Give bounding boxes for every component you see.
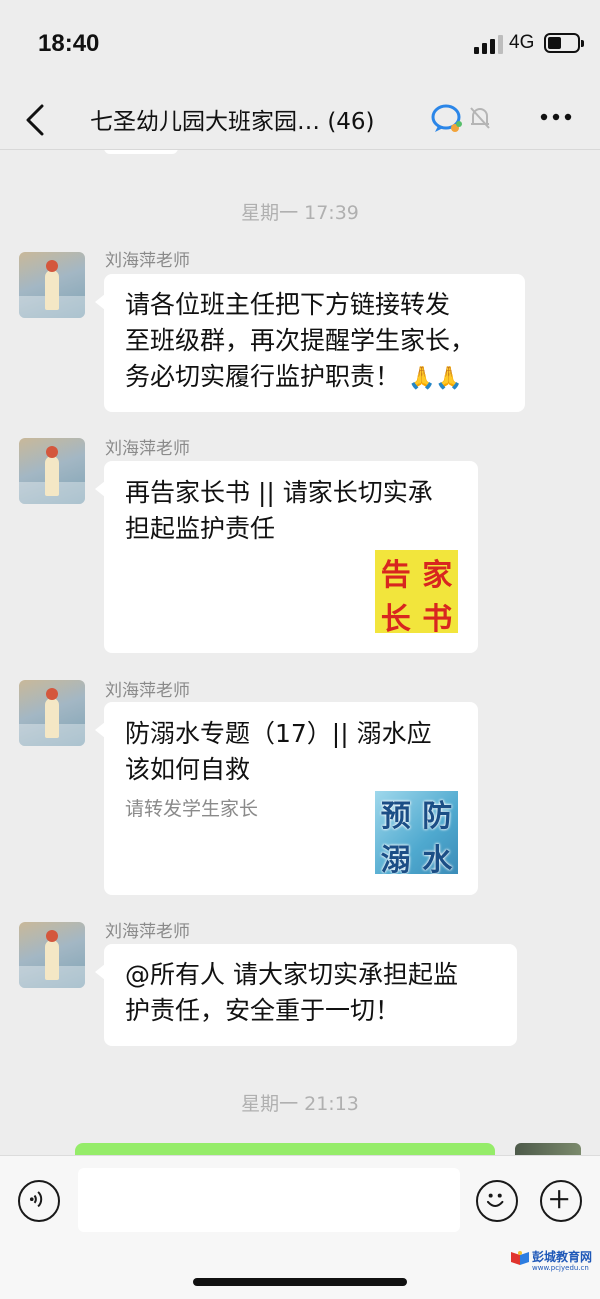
watermark-url: www.pcjyedu.cn [532,1264,589,1272]
previous-message-bubble[interactable] [104,150,178,154]
book-logo-icon [511,1251,529,1265]
mute-bell-icon [470,107,490,129]
more-icon[interactable] [540,112,572,122]
site-watermark: 彭城教育网 www.pcjyedu.cn [510,1248,596,1276]
enterprise-chat-icon [431,104,462,132]
status-bar: 18:40 4G [0,0,600,88]
chat-title: 七圣幼儿园大班家园… (46) [90,102,375,136]
message-input[interactable] [78,1168,460,1232]
link-card-thumbnail: 预防 溺水 [375,791,458,878]
sender-name: 刘海萍老师 [105,681,190,701]
avatar[interactable] [19,680,85,746]
back-icon[interactable] [20,100,50,140]
sender-name: 刘海萍老师 [105,922,190,942]
status-time: 18:40 [38,30,100,57]
signal-icon [474,34,504,54]
self-avatar[interactable] [515,1143,581,1155]
link-card-title: 再告家长书 || 请家长切实承 担起监护责任 [125,478,433,543]
timestamp: 星期一 17:39 [241,202,359,224]
sender-name: 刘海萍老师 [105,439,190,459]
battery-icon [544,33,584,53]
emoji-button[interactable] [476,1180,518,1222]
link-card-thumbnail: 告家 长书 [375,550,458,637]
chat-area[interactable]: 星期一 17:39 刘海萍老师 请各位班主任把下方链接转发 至班级群，再次提醒学… [0,150,600,1155]
home-indicator[interactable] [193,1278,407,1286]
message-bubble[interactable]: 请各位班主任把下方链接转发 至班级群，再次提醒学生家长， 务必切实履行监护职责！… [95,274,525,412]
member-count: (46) [327,109,375,135]
link-card[interactable]: 再告家长书 || 请家长切实承 担起监护责任 告家 长书 [95,461,478,653]
outgoing-message-bubble[interactable] [75,1143,495,1155]
message-text: 请各位班主任把下方链接转发 至班级群，再次提醒学生家长， 务必切实履行监护职责！… [125,287,475,397]
chat-header: 七圣幼儿园大班家园… (46) [0,88,600,150]
sender-name: 刘海萍老师 [105,251,190,271]
group-name: 七圣幼儿园大班家园… [90,109,320,135]
avatar[interactable] [19,922,85,988]
avatar[interactable] [19,252,85,318]
link-card-title: 防溺水专题（17）|| 溺水应 该如何自救 [125,719,432,784]
more-functions-button[interactable] [540,1180,582,1222]
watermark-text: 彭城教育网 [532,1250,593,1264]
plus-icon [550,1190,569,1209]
timestamp: 星期一 21:13 [241,1093,359,1115]
avatar[interactable] [19,438,85,504]
smiley-icon [486,1193,504,1207]
message-text: @所有人 请大家切实承担起监 护责任，安全重于一切！ [125,960,458,1025]
network-type: 4G [509,32,535,53]
voice-button[interactable] [18,1180,60,1222]
input-bar: 彭城教育网 www.pcjyedu.cn [0,1155,600,1299]
message-bubble[interactable]: @所有人 请大家切实承担起监 护责任，安全重于一切！ [95,944,517,1046]
praying-hands-emoji: 🙏🙏 [407,366,463,391]
voice-icon [29,1191,43,1208]
link-card-description: 请转发学生家长 [125,798,259,820]
link-card[interactable]: 防溺水专题（17）|| 溺水应 该如何自救 请转发学生家长 预防 溺水 [95,702,478,895]
